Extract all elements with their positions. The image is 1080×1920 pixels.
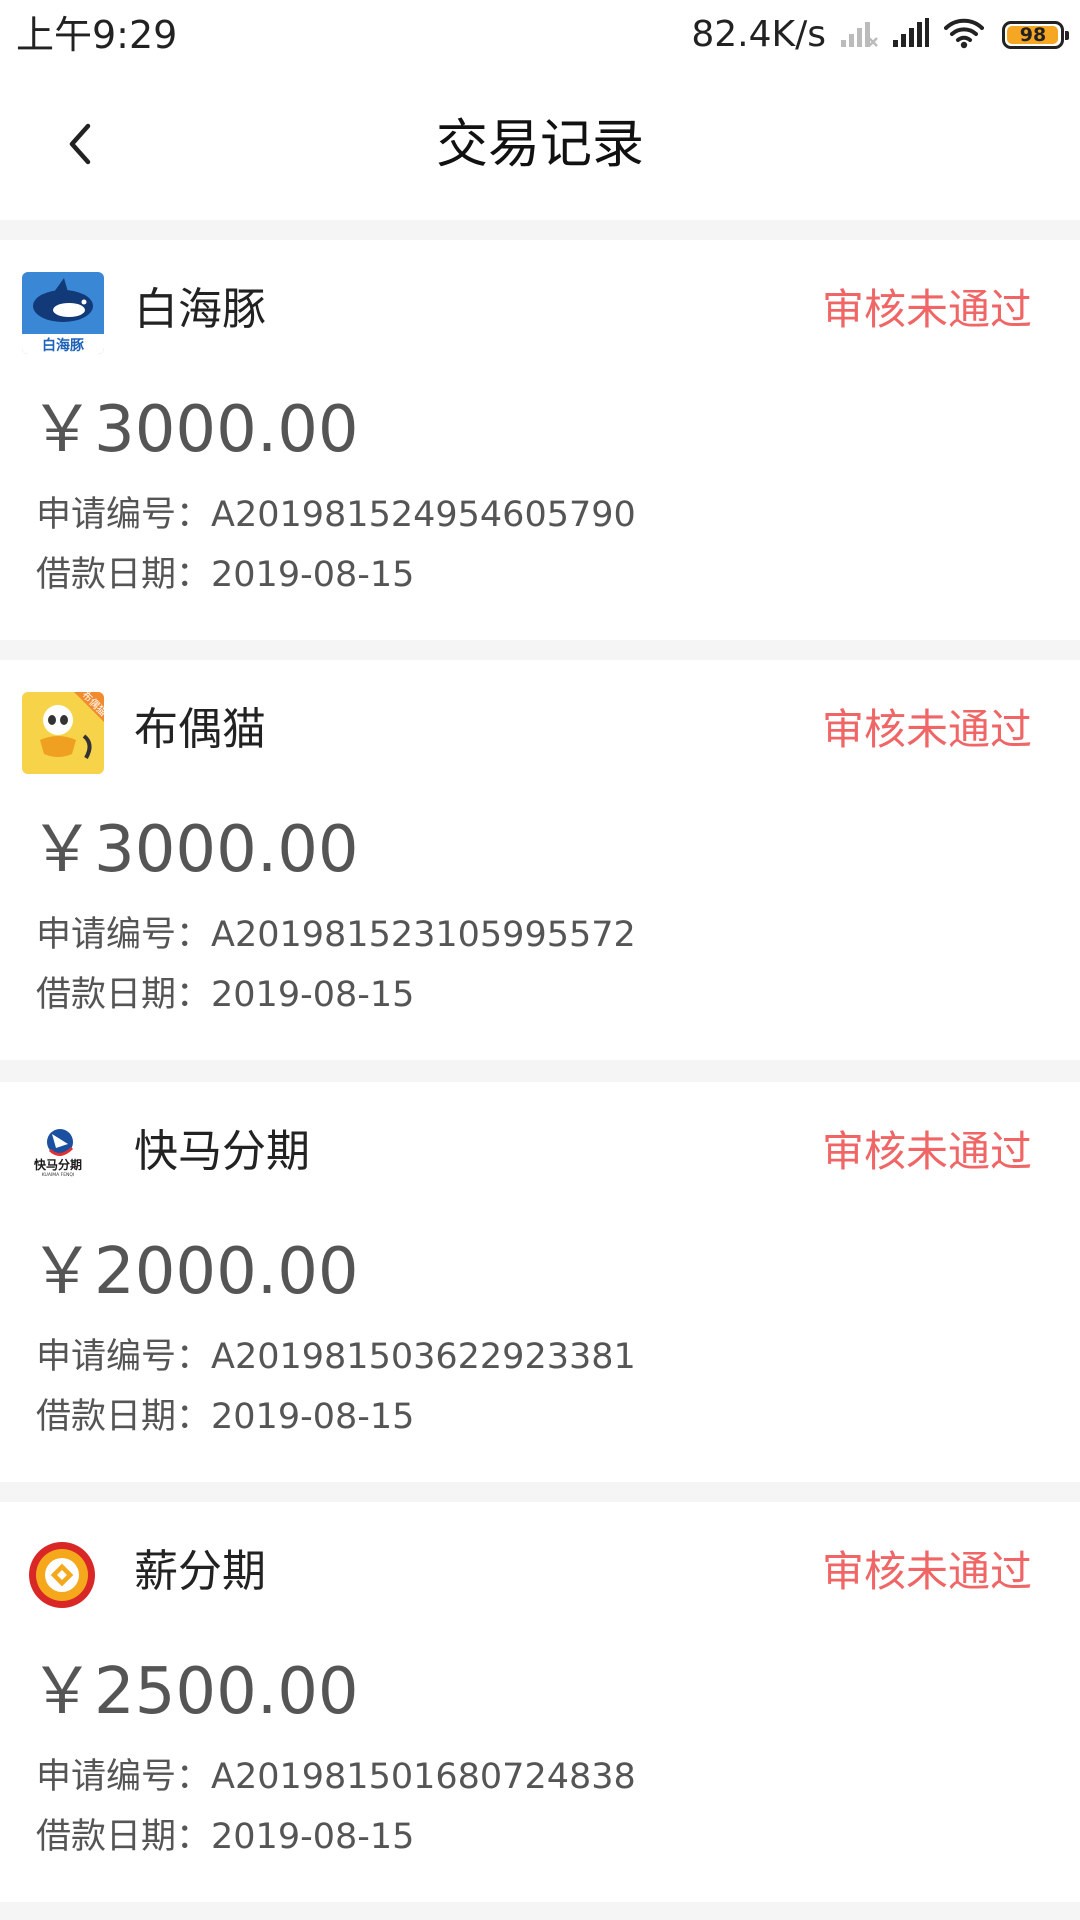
logo-subtext: KUAIMA FENQI — [42, 1172, 75, 1178]
application-number-value: A201981524954605790 — [211, 495, 636, 535]
loan-date-label: 借款日期： — [36, 1397, 212, 1437]
loan-amount: ￥3000.00 — [30, 813, 359, 887]
product-name: 快马分期 — [134, 1126, 310, 1177]
product-name: 布偶猫 — [134, 704, 266, 755]
logo-text: 白海豚 — [42, 337, 85, 354]
loan-date: 借款日期：2019-08-15 — [36, 1394, 414, 1440]
page-title: 交易记录 — [435, 115, 644, 175]
loan-date-label: 借款日期： — [36, 555, 212, 595]
title-bar: 交易记录 — [0, 72, 1080, 220]
application-number-value: A201981523105995572 — [211, 915, 636, 955]
loan-date: 借款日期：2019-08-15 — [36, 552, 414, 598]
application-number-label: 申请编号： — [36, 495, 212, 535]
loan-date-value: 2019-08-15 — [211, 975, 415, 1015]
application-number: 申请编号：A201981523105995572 — [36, 912, 636, 958]
application-number-value: A201981501680724838 — [211, 1757, 636, 1797]
status-bar: 上午9:29 82.4K/s 98 — [0, 0, 1080, 72]
application-number-label: 申请编号： — [36, 915, 212, 955]
application-number-label: 申请编号： — [36, 1337, 212, 1377]
application-number-value: A201981503622923381 — [211, 1337, 636, 1377]
application-number: 申请编号：A201981503622923381 — [36, 1334, 636, 1380]
coin-logo-icon — [22, 1534, 104, 1616]
loan-amount: ￥3000.00 — [30, 393, 359, 467]
screen: 上午9:29 82.4K/s 98 交易记录 白海豚 白海豚 审核未通过 ￥30… — [0, 0, 1080, 1920]
dolphin-logo-icon: 白海豚 — [22, 272, 104, 354]
signal-empty-icon — [840, 18, 878, 52]
battery-icon: 98 — [1002, 21, 1069, 49]
product-name: 薪分期 — [134, 1546, 266, 1597]
loan-date-value: 2019-08-15 — [211, 1817, 415, 1857]
loan-date: 借款日期：2019-08-15 — [36, 1814, 414, 1860]
battery-level: 98 — [1019, 24, 1047, 46]
status-badge: 审核未通过 — [821, 1547, 1032, 1596]
loan-date: 借款日期：2019-08-15 — [36, 972, 414, 1018]
application-number: 申请编号：A201981524954605790 — [36, 492, 636, 538]
loan-amount: ￥2500.00 — [30, 1655, 359, 1729]
status-badge: 审核未通过 — [821, 1127, 1032, 1176]
record-card-kuaima[interactable]: 快马分期 KUAIMA FENQI 快马分期 审核未通过 ￥2000.00 申请… — [0, 1082, 1080, 1482]
status-badge: 审核未通过 — [821, 285, 1032, 334]
application-number-label: 申请编号： — [36, 1757, 212, 1797]
record-card-baihaitun[interactable]: 白海豚 白海豚 审核未通过 ￥3000.00 申请编号：A20198152495… — [0, 240, 1080, 640]
record-card-buoumao[interactable]: 布偶猫 布偶猫 审核未通过 ￥3000.00 申请编号：A20198152310… — [0, 660, 1080, 1060]
logo-text: 快马分期 — [34, 1157, 82, 1172]
status-badge: 审核未通过 — [821, 705, 1032, 754]
loan-date-label: 借款日期： — [36, 1817, 212, 1857]
loan-amount: ￥2000.00 — [30, 1235, 359, 1309]
application-number: 申请编号：A201981501680724838 — [36, 1754, 636, 1800]
record-card-xinfenqi[interactable]: 薪分期 审核未通过 ￥2500.00 申请编号：A201981501680724… — [0, 1502, 1080, 1902]
product-name: 白海豚 — [134, 284, 266, 335]
loan-date-label: 借款日期： — [36, 975, 212, 1015]
loan-date-value: 2019-08-15 — [211, 1397, 415, 1437]
horse-logo-icon: 快马分期 KUAIMA FENQI — [22, 1114, 104, 1196]
cat-logo-icon: 布偶猫 — [22, 692, 104, 774]
status-time: 上午9:29 — [16, 13, 178, 57]
signal-icon — [892, 18, 930, 52]
loan-date-value: 2019-08-15 — [211, 555, 415, 595]
network-speed: 82.4K/s — [691, 14, 826, 55]
status-icons: 82.4K/s 98 — [691, 12, 1069, 58]
wifi-icon — [944, 17, 984, 53]
